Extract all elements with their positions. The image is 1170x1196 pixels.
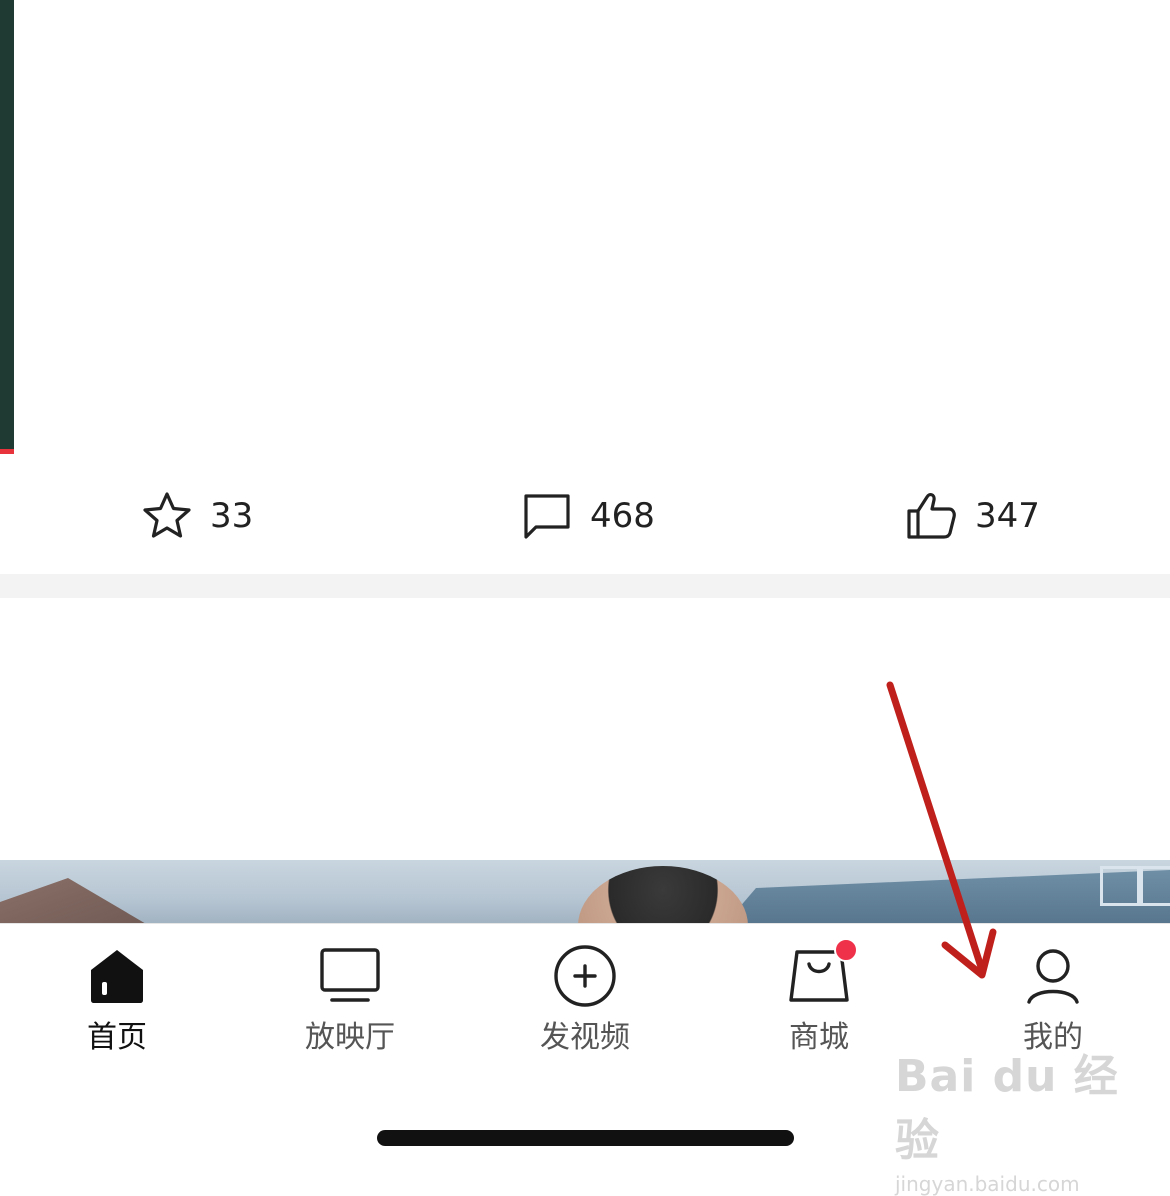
home-indicator[interactable] [377,1130,794,1146]
watermark-url: jingyan.baidu.com [895,1172,1080,1196]
watermark-logo: Bai du 经验 jingyan.baidu.com [895,1040,1155,1196]
annotation-arrow [886,681,997,979]
watermark-brand: Bai du 经验 [895,1051,1119,1166]
